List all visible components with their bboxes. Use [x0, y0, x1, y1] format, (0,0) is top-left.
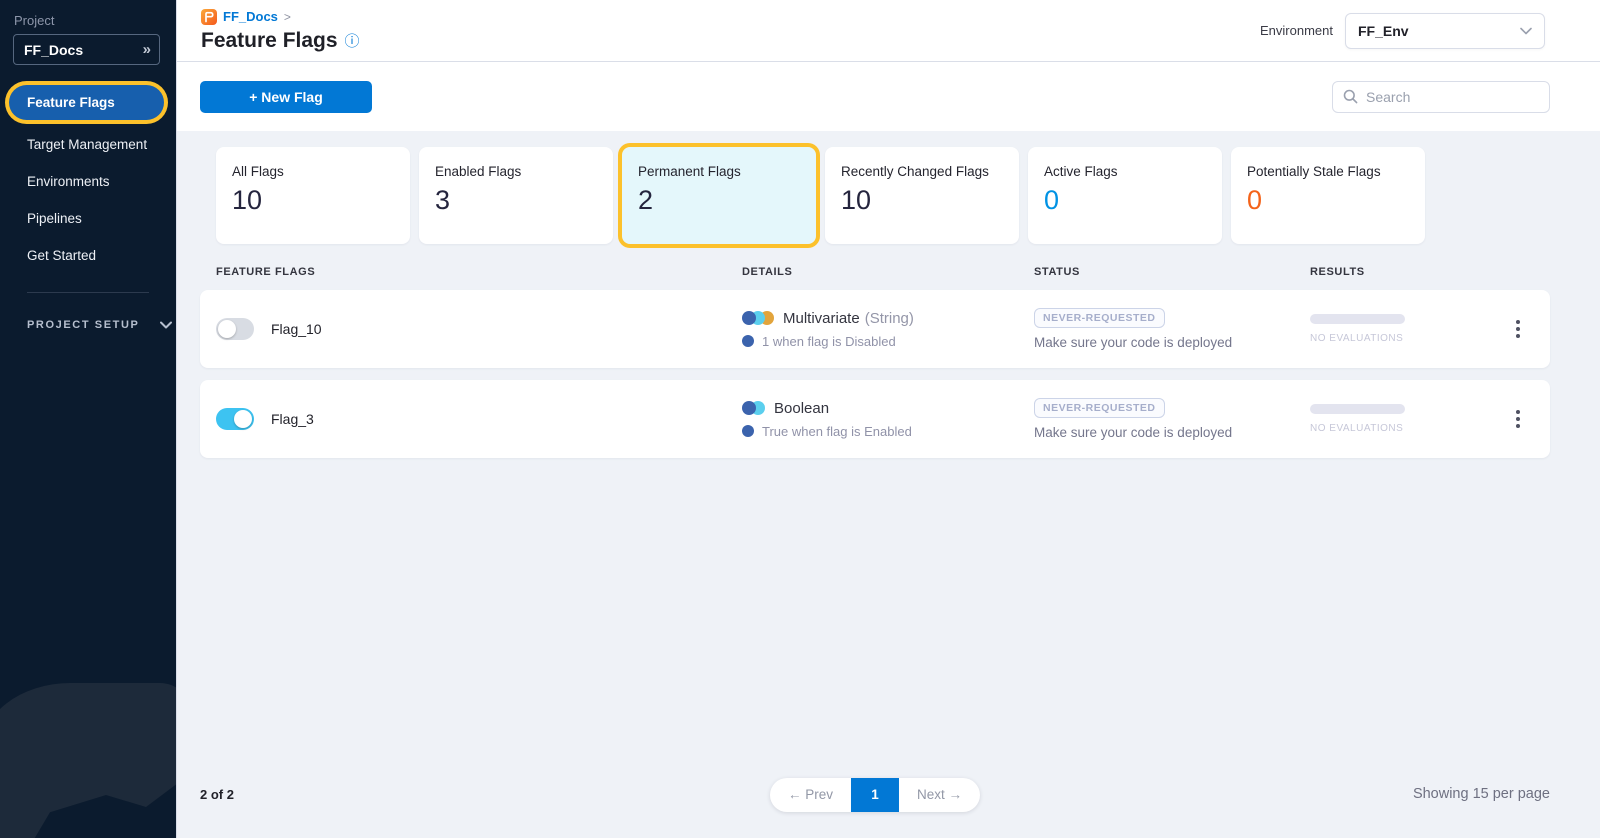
table-row-flag-10[interactable]: Flag_10 Multivariate (String) 1 when fla…: [200, 290, 1550, 368]
pagination: ← Prev 1 Next →: [770, 778, 980, 812]
per-page-info: Showing 15 per page: [1413, 786, 1550, 802]
project-setup-section-toggle[interactable]: PROJECT SETUP: [27, 319, 176, 331]
sidebar-nav: Feature Flags Target Management Environm…: [0, 85, 176, 274]
sidebar-item-get-started[interactable]: Get Started: [0, 237, 176, 274]
stat-card-recently-changed-flags[interactable]: Recently Changed Flags 10: [825, 147, 1019, 244]
project-label: Project: [14, 13, 176, 28]
results-placeholder-bar: [1310, 314, 1405, 324]
variation-note: 1 when flag is Disabled: [762, 334, 896, 349]
column-header-feature-flags: FEATURE FLAGS: [216, 266, 742, 278]
results-text: NO EVALUATIONS: [1310, 333, 1510, 344]
breadcrumb-project-link[interactable]: FF_Docs: [223, 9, 278, 24]
table-header: FEATURE FLAGS DETAILS STATUS RESULTS: [200, 266, 1550, 278]
results-placeholder-bar: [1310, 404, 1405, 414]
flag-name[interactable]: Flag_10: [271, 321, 322, 337]
search-icon: [1343, 89, 1358, 104]
stat-label: Active Flags: [1044, 164, 1206, 179]
column-header-results: RESULTS: [1310, 266, 1510, 278]
chevron-down-icon: [160, 321, 172, 329]
breadcrumb: FF_Docs >: [201, 8, 360, 25]
content: All Flags 10 Enabled Flags 3 Permanent F…: [177, 131, 1600, 838]
variation-dot-icon: [742, 425, 754, 437]
sidebar-item-feature-flags[interactable]: Feature Flags: [9, 85, 164, 120]
new-flag-button[interactable]: + New Flag: [200, 81, 372, 113]
page-1-button[interactable]: 1: [851, 778, 899, 812]
toggle-knob: [218, 320, 236, 338]
sidebar-item-environments[interactable]: Environments: [0, 163, 176, 200]
search-box[interactable]: [1332, 81, 1550, 113]
stat-card-permanent-flags-highlighted[interactable]: Permanent Flags 2: [622, 147, 816, 244]
project-name: FF_Docs: [24, 42, 83, 58]
sidebar-item-pipelines[interactable]: Pipelines: [0, 200, 176, 237]
row-options-kebab-icon[interactable]: [1510, 314, 1526, 344]
column-header-status: STATUS: [1034, 266, 1310, 278]
variation-note: True when flag is Enabled: [762, 424, 912, 439]
stat-value: 10: [841, 185, 1003, 216]
sidebar-divider: [27, 292, 149, 293]
stat-card-potentially-stale-flags[interactable]: Potentially Stale Flags 0: [1231, 147, 1425, 244]
status-text: Make sure your code is deployed: [1034, 425, 1310, 440]
page-header: FF_Docs > Feature Flags ⓘ Environment FF…: [177, 0, 1600, 62]
flag-type-suffix: (String): [865, 310, 914, 327]
project-setup-label: PROJECT SETUP: [27, 319, 140, 331]
table-footer: 2 of 2 ← Prev 1 Next → Showing 15 per pa…: [200, 768, 1550, 838]
boolean-variations-icon: [742, 401, 765, 415]
stat-card-enabled-flags[interactable]: Enabled Flags 3: [419, 147, 613, 244]
main-area: FF_Docs > Feature Flags ⓘ Environment FF…: [177, 0, 1600, 838]
stat-label: Permanent Flags: [638, 164, 800, 179]
environment-value: FF_Env: [1358, 23, 1409, 39]
stat-card-active-flags[interactable]: Active Flags 0: [1028, 147, 1222, 244]
search-input[interactable]: [1366, 89, 1539, 105]
multivariate-variations-icon: [742, 311, 774, 325]
flag-name[interactable]: Flag_3: [271, 411, 314, 427]
prev-page-button[interactable]: ← Prev: [770, 778, 851, 812]
stat-label: Recently Changed Flags: [841, 164, 1003, 179]
stat-value: 2: [638, 185, 800, 216]
flag-toggle-off[interactable]: [216, 318, 254, 340]
flag-type: Multivariate: [783, 310, 860, 327]
toggle-knob: [234, 410, 252, 428]
info-icon[interactable]: ⓘ: [345, 34, 360, 49]
sidebar: Project FF_Docs » Feature Flags Target M…: [0, 0, 177, 838]
table-row-flag-3[interactable]: Flag_3 Boolean True when flag is Enabled…: [200, 380, 1550, 458]
stat-card-all-flags[interactable]: All Flags 10: [216, 147, 410, 244]
collapse-sidebar-icon[interactable]: »: [143, 41, 149, 58]
row-count: 2 of 2: [200, 787, 234, 802]
stat-value: 0: [1044, 185, 1206, 216]
column-header-details: DETAILS: [742, 266, 1034, 278]
project-selector[interactable]: FF_Docs »: [13, 34, 160, 65]
row-options-kebab-icon[interactable]: [1510, 404, 1526, 434]
breadcrumb-separator: >: [284, 10, 291, 24]
stat-label: Potentially Stale Flags: [1247, 164, 1409, 179]
next-page-button[interactable]: Next →: [899, 778, 980, 812]
environment-select[interactable]: FF_Env: [1345, 13, 1545, 49]
status-text: Make sure your code is deployed: [1034, 335, 1310, 350]
flag-type: Boolean: [774, 400, 829, 417]
flag-toggle-on[interactable]: [216, 408, 254, 430]
stats-row: All Flags 10 Enabled Flags 3 Permanent F…: [216, 147, 1550, 244]
feature-flags-module-icon: [201, 9, 217, 25]
stat-value: 10: [232, 185, 394, 216]
toolbar: + New Flag: [177, 62, 1600, 131]
environment-label: Environment: [1260, 23, 1333, 38]
stat-label: Enabled Flags: [435, 164, 597, 179]
stat-value: 0: [1247, 185, 1409, 216]
status-badge: NEVER-REQUESTED: [1034, 308, 1165, 328]
variation-dot-icon: [742, 335, 754, 347]
stat-label: All Flags: [232, 164, 394, 179]
chevron-down-icon: [1520, 27, 1532, 35]
stat-value: 3: [435, 185, 597, 216]
status-badge: NEVER-REQUESTED: [1034, 398, 1165, 418]
results-text: NO EVALUATIONS: [1310, 423, 1510, 434]
page-title: Feature Flags: [201, 29, 338, 53]
sidebar-item-target-management[interactable]: Target Management: [0, 126, 176, 163]
